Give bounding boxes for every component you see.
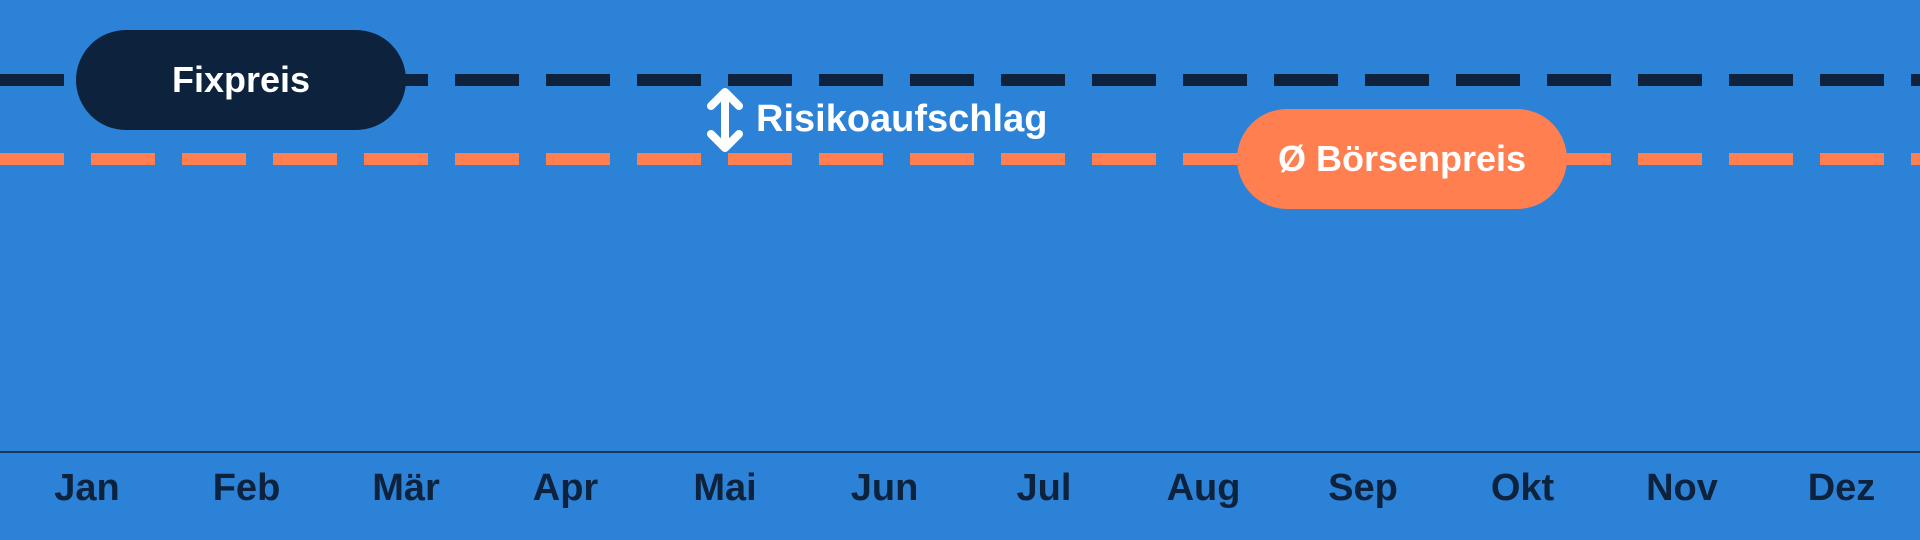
month-label: Aug — [1166, 467, 1241, 509]
month-label: Okt — [1490, 467, 1555, 509]
month-label: Nov — [1646, 467, 1718, 509]
price-diagram: Fixpreis Ø Börsenpreis Risikoaufschlag J… — [0, 0, 1920, 540]
month-label: Sep — [1328, 467, 1398, 509]
fixpreis-label: Fixpreis — [76, 30, 406, 130]
risikoaufschlag-label: Risikoaufschlag — [756, 98, 1048, 140]
double-vertical-arrow-icon — [707, 88, 743, 152]
boersenpreis-line — [0, 153, 1920, 165]
month-label: Feb — [212, 467, 281, 509]
month-label: Apr — [532, 467, 599, 509]
month-label: Jun — [850, 467, 919, 509]
x-axis-line — [0, 451, 1920, 453]
month-label: Mai — [693, 467, 757, 509]
month-label: Mär — [372, 467, 440, 509]
month-label: Jul — [1016, 467, 1072, 509]
month-label: Dez — [1807, 467, 1876, 509]
month-label: Jan — [54, 467, 120, 509]
boersenpreis-label: Ø Börsenpreis — [1237, 109, 1567, 209]
